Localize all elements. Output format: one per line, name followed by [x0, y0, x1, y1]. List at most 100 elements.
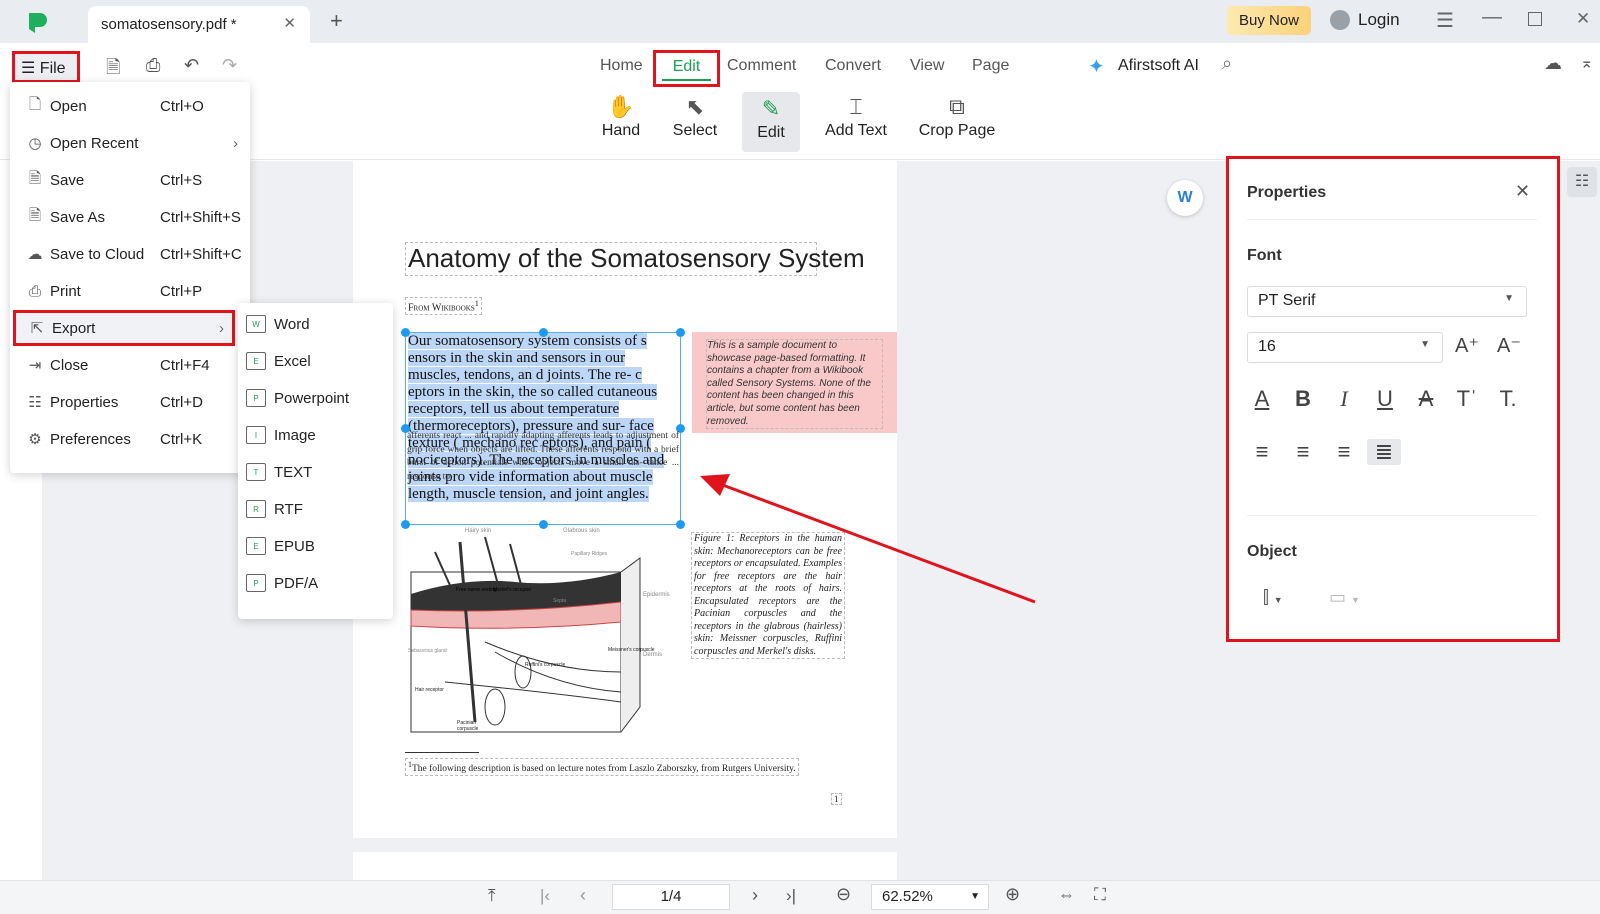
resize-handle[interactable] — [539, 520, 548, 529]
first-page-top-icon[interactable]: ⤒ — [488, 886, 496, 906]
file-menu-item-export[interactable]: ⇱ Export › — [13, 310, 235, 346]
crop-page-tool[interactable]: ⧉ Crop Page — [915, 92, 999, 152]
menu-icon[interactable]: ☰ — [1436, 8, 1454, 33]
resize-handle[interactable] — [676, 520, 685, 529]
hand-tool[interactable]: ✋ Hand — [586, 92, 656, 152]
menu-item-shortcut: Ctrl+S — [160, 171, 203, 189]
file-menu-item-open-recent[interactable]: ◷ Open Recent › — [14, 125, 246, 161]
fit-width-icon[interactable]: ⇔ — [1058, 885, 1075, 905]
file-menu-item-open[interactable]: 🗋 Open Ctrl+O — [14, 88, 246, 124]
export-item-rtf[interactable]: R RTF — [246, 491, 303, 527]
superscript-icon[interactable]: Tˈ — [1452, 386, 1482, 412]
file-menu-item-save[interactable]: 🗎 Save Ctrl+S — [14, 162, 246, 198]
note-box[interactable]: This is a sample document to showcase pa… — [692, 332, 897, 433]
footnote[interactable]: 1The following description is based on l… — [405, 758, 799, 777]
zoom-select[interactable]: 62.52% ▼ — [871, 884, 989, 910]
increase-font-icon[interactable]: A⁺ — [1455, 333, 1479, 358]
undo-icon[interactable]: ↶ — [184, 55, 199, 76]
tab-comment[interactable]: Comment — [727, 57, 796, 75]
export-item-image[interactable]: I Image — [246, 417, 316, 453]
file-menu-item-save-to-cloud[interactable]: ☁ Save to Cloud Ctrl+Shift+C — [14, 236, 246, 272]
subscript-icon[interactable]: T. — [1493, 386, 1523, 412]
maximize-icon[interactable] — [1528, 12, 1542, 26]
login-button[interactable]: Login — [1358, 10, 1400, 30]
file-menu-button[interactable]: ☰ File — [12, 51, 80, 83]
document-title[interactable]: Anatomy of the Somatosensory System — [405, 242, 865, 276]
selected-text-box[interactable]: Our somatosensory system consists of s e… — [401, 328, 685, 529]
crop-icon: ⧉ — [949, 94, 965, 119]
close-window-icon[interactable]: ✕ — [1576, 9, 1590, 29]
first-page-icon[interactable]: |‹ — [540, 886, 550, 906]
export-item-word[interactable]: W Word — [246, 306, 310, 342]
resize-handle[interactable] — [401, 520, 410, 529]
menu-item-label: Save — [50, 171, 85, 189]
object-align-dropdown[interactable]: ⫿ ▼ — [1263, 587, 1283, 608]
bold-icon[interactable]: B — [1288, 386, 1318, 412]
document-byline[interactable]: From Wikibooks1 — [405, 297, 482, 316]
tab-view[interactable]: View — [910, 57, 944, 75]
font-size-select[interactable]: 16 ▼ — [1247, 332, 1443, 363]
previous-page-icon[interactable]: ‹ — [580, 885, 586, 906]
italic-icon[interactable]: I — [1329, 386, 1359, 412]
justify-icon[interactable]: ≣ — [1367, 439, 1401, 465]
resize-handle[interactable] — [539, 328, 548, 337]
last-page-icon[interactable]: ›| — [786, 886, 796, 906]
edit-tool[interactable]: ✎ Edit — [742, 92, 800, 152]
user-avatar-icon[interactable] — [1330, 10, 1350, 30]
new-tab-button[interactable]: + — [330, 8, 343, 34]
app-logo-icon — [29, 13, 47, 33]
buy-now-button[interactable]: Buy Now — [1227, 6, 1311, 35]
file-menu-item-save-as[interactable]: 🗎 Save As Ctrl+Shift+S — [14, 199, 246, 235]
add-text-tool[interactable]: ⌶ Add Text — [820, 92, 892, 152]
export-item-powerpoint[interactable]: P Powerpoint — [246, 380, 349, 416]
ai-button[interactable]: Afirstsoft AI — [1118, 57, 1199, 75]
save-icon[interactable]: 🗎 — [106, 55, 120, 85]
tab-edit[interactable]: Edit — [656, 58, 717, 76]
redo-icon[interactable]: ↷ — [222, 55, 237, 76]
close-icon[interactable]: ✕ — [1515, 181, 1530, 202]
export-item-text[interactable]: T TEXT — [246, 454, 312, 490]
file-menu-item-preferences[interactable]: ⚙ Preferences Ctrl+K — [14, 421, 246, 457]
align-center-icon[interactable]: ≡ — [1288, 439, 1318, 465]
align-right-icon[interactable]: ≡ — [1329, 439, 1359, 465]
export-item-pdfa[interactable]: P PDF/A — [246, 565, 318, 601]
properties-panel-icon[interactable]: ☷ — [1567, 167, 1597, 197]
file-menu-item-properties[interactable]: ☷ Properties Ctrl+D — [14, 384, 246, 420]
page-number-input[interactable]: 1/4 — [612, 884, 730, 910]
decrease-font-icon[interactable]: A⁻ — [1497, 333, 1521, 358]
underline-icon[interactable]: U — [1370, 386, 1400, 412]
zoom-out-icon[interactable]: ⊖ — [836, 884, 851, 905]
strikethrough-icon[interactable]: A — [1411, 386, 1441, 412]
zoom-in-icon[interactable]: ⊕ — [1005, 884, 1020, 905]
figure-label: Dermis — [643, 652, 662, 658]
next-page-icon[interactable]: › — [752, 885, 758, 906]
document-tab[interactable]: somatosensory.pdf * ✕ — [88, 6, 310, 43]
align-left-icon[interactable]: ≡ — [1247, 439, 1277, 465]
tab-page[interactable]: Page — [972, 57, 1009, 75]
collapse-ribbon-icon[interactable]: ⌅ — [1580, 53, 1593, 73]
file-menu-item-print[interactable]: ⎙ Print Ctrl+P — [14, 273, 246, 309]
fit-page-icon[interactable]: ⛶ — [1094, 885, 1106, 905]
tab-home[interactable]: Home — [600, 57, 643, 75]
cloud-upload-icon[interactable]: ☁ — [1544, 53, 1562, 74]
tab-convert[interactable]: Convert — [825, 57, 881, 75]
font-family-select[interactable]: PT Serif ▼ — [1247, 286, 1527, 317]
translate-icon[interactable]: W — [1167, 180, 1203, 216]
print-icon[interactable]: ⎙ — [146, 55, 160, 76]
tab-edit-highlight[interactable]: Edit — [653, 50, 720, 87]
search-icon[interactable]: ⌕ — [1222, 53, 1232, 74]
minimize-icon[interactable]: — — [1482, 6, 1502, 29]
file-menu-item-close[interactable]: ⇥ Close Ctrl+F4 — [14, 347, 246, 383]
select-tool[interactable]: ⬉ Select — [660, 92, 730, 152]
divider — [1247, 515, 1537, 516]
pdf-page-2[interactable] — [353, 852, 897, 880]
text-color-icon[interactable]: A — [1247, 386, 1277, 412]
resize-handle[interactable] — [676, 328, 685, 337]
export-item-excel[interactable]: E Excel — [246, 343, 311, 379]
note-text: This is a sample document to showcase pa… — [706, 339, 883, 430]
close-tab-icon[interactable]: ✕ — [283, 14, 296, 32]
object-arrange-dropdown[interactable]: ▭ ▼ — [1329, 587, 1360, 608]
resize-handle[interactable] — [401, 328, 410, 337]
export-item-epub[interactable]: E EPUB — [246, 528, 315, 564]
underlying-paragraph[interactable]: afferents react ... and rapidly adapting… — [407, 430, 679, 484]
